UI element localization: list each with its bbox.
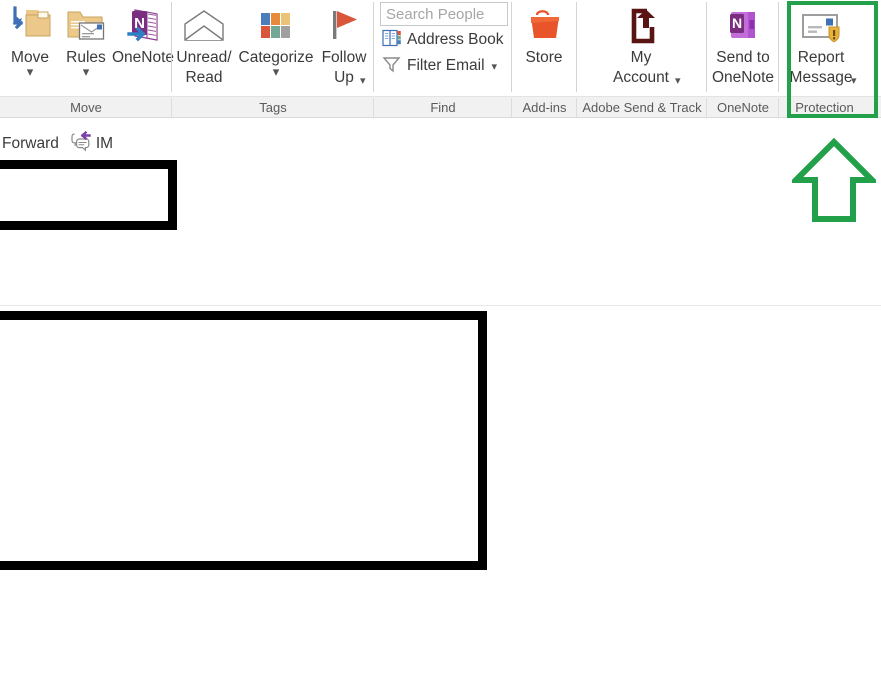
onenote-app-icon: N bbox=[723, 4, 763, 48]
find-controls: Address Book Filter Email ▾ bbox=[380, 0, 508, 78]
onenote-move-icon: N bbox=[121, 4, 165, 48]
ribbon-group-protection: Report Message ▾ bbox=[779, 0, 870, 96]
move-button[interactable]: Move ▾ bbox=[2, 0, 58, 78]
categorize-grid-icon bbox=[256, 4, 296, 48]
search-people-input[interactable] bbox=[380, 2, 508, 26]
forward-button[interactable]: Forward bbox=[0, 135, 71, 153]
report-message-button-label: Report Message bbox=[789, 49, 853, 86]
send-to-onenote-button-label: Send to OneNote bbox=[711, 49, 775, 86]
unread-read-button[interactable]: Unread/ Read bbox=[172, 0, 236, 88]
categorize-button[interactable]: Categorize ▾ bbox=[236, 0, 316, 78]
group-label-onenote: OneNote bbox=[707, 97, 779, 117]
unread-read-button-label: Unread/ Read bbox=[176, 49, 232, 86]
ribbon-group-find: Address Book Filter Email ▾ bbox=[374, 0, 512, 96]
address-book-icon bbox=[382, 29, 402, 52]
address-book-label: Address Book bbox=[407, 31, 504, 48]
ribbon-group-move: Move ▾ Rules ▾ N OneNote bbox=[0, 0, 175, 96]
address-book-button[interactable]: Address Book bbox=[380, 28, 508, 52]
rules-button[interactable]: Rules ▾ bbox=[58, 0, 114, 78]
categorize-dropdown-caret[interactable]: ▾ bbox=[273, 65, 280, 78]
follow-up-button[interactable]: Follow Up bbox=[316, 0, 372, 88]
store-button[interactable]: Store bbox=[512, 0, 576, 68]
store-bag-icon bbox=[523, 4, 565, 48]
im-chat-icon bbox=[71, 130, 93, 158]
group-label-adobe-send-track: Adobe Send & Track bbox=[577, 97, 707, 117]
my-account-button[interactable]: My Account bbox=[577, 0, 705, 88]
onenote-move-button[interactable]: N OneNote bbox=[111, 0, 175, 68]
group-label-tags: Tags bbox=[172, 97, 374, 117]
send-to-onenote-button[interactable]: N Send to OneNote bbox=[707, 0, 779, 88]
move-folder-icon bbox=[8, 4, 52, 48]
flag-icon bbox=[324, 4, 364, 48]
filter-email-button[interactable]: Filter Email ▾ bbox=[380, 54, 508, 78]
redacted-message-body bbox=[0, 311, 487, 570]
open-envelope-icon bbox=[180, 4, 228, 48]
ribbon-groups: Move ▾ Rules ▾ N OneNote Unread/ Read Ca… bbox=[0, 0, 881, 96]
onenote-move-button-label: OneNote bbox=[111, 49, 175, 66]
im-button[interactable]: IM bbox=[71, 130, 114, 158]
pointer-arrow-icon bbox=[788, 137, 880, 223]
ribbon-group-add-ins: Store bbox=[512, 0, 577, 96]
redacted-message-header bbox=[0, 160, 177, 230]
report-message-shield-icon bbox=[798, 4, 844, 48]
adobe-share-icon bbox=[619, 4, 663, 48]
store-button-label: Store bbox=[525, 49, 563, 66]
group-label-add-ins: Add-ins bbox=[512, 97, 577, 117]
rules-dropdown-caret[interactable]: ▾ bbox=[83, 65, 90, 78]
my-account-button-label: My Account bbox=[612, 49, 669, 86]
ribbon-group-labels: Move Tags Find Add-ins Adobe Send & Trac… bbox=[0, 96, 881, 118]
svg-text:N: N bbox=[732, 15, 742, 31]
follow-up-button-label: Follow Up bbox=[321, 49, 367, 86]
group-label-protection: Protection bbox=[795, 99, 854, 115]
report-message-button[interactable]: Report Message bbox=[779, 0, 863, 88]
filter-email-dropdown-caret[interactable]: ▾ bbox=[492, 60, 498, 73]
ribbon-group-onenote: N Send to OneNote bbox=[707, 0, 779, 96]
ribbon: Move ▾ Rules ▾ N OneNote Unread/ Read Ca… bbox=[0, 0, 881, 119]
filter-email-label: Filter Email bbox=[407, 57, 485, 74]
message-action-row: Forward IM bbox=[0, 130, 881, 158]
ribbon-group-tags: Unread/ Read Categorize ▾ Follow Up ▾ bbox=[172, 0, 374, 96]
group-label-find: Find bbox=[374, 97, 512, 117]
move-dropdown-caret[interactable]: ▾ bbox=[27, 65, 34, 78]
im-label: IM bbox=[95, 135, 114, 152]
funnel-icon bbox=[382, 55, 402, 78]
group-label-move: Move bbox=[0, 97, 172, 117]
rules-folder-icon bbox=[64, 4, 108, 48]
content-divider bbox=[0, 305, 881, 306]
forward-label: Forward bbox=[2, 135, 59, 152]
ribbon-group-adobe-send-track: My Account ▾ bbox=[577, 0, 707, 96]
